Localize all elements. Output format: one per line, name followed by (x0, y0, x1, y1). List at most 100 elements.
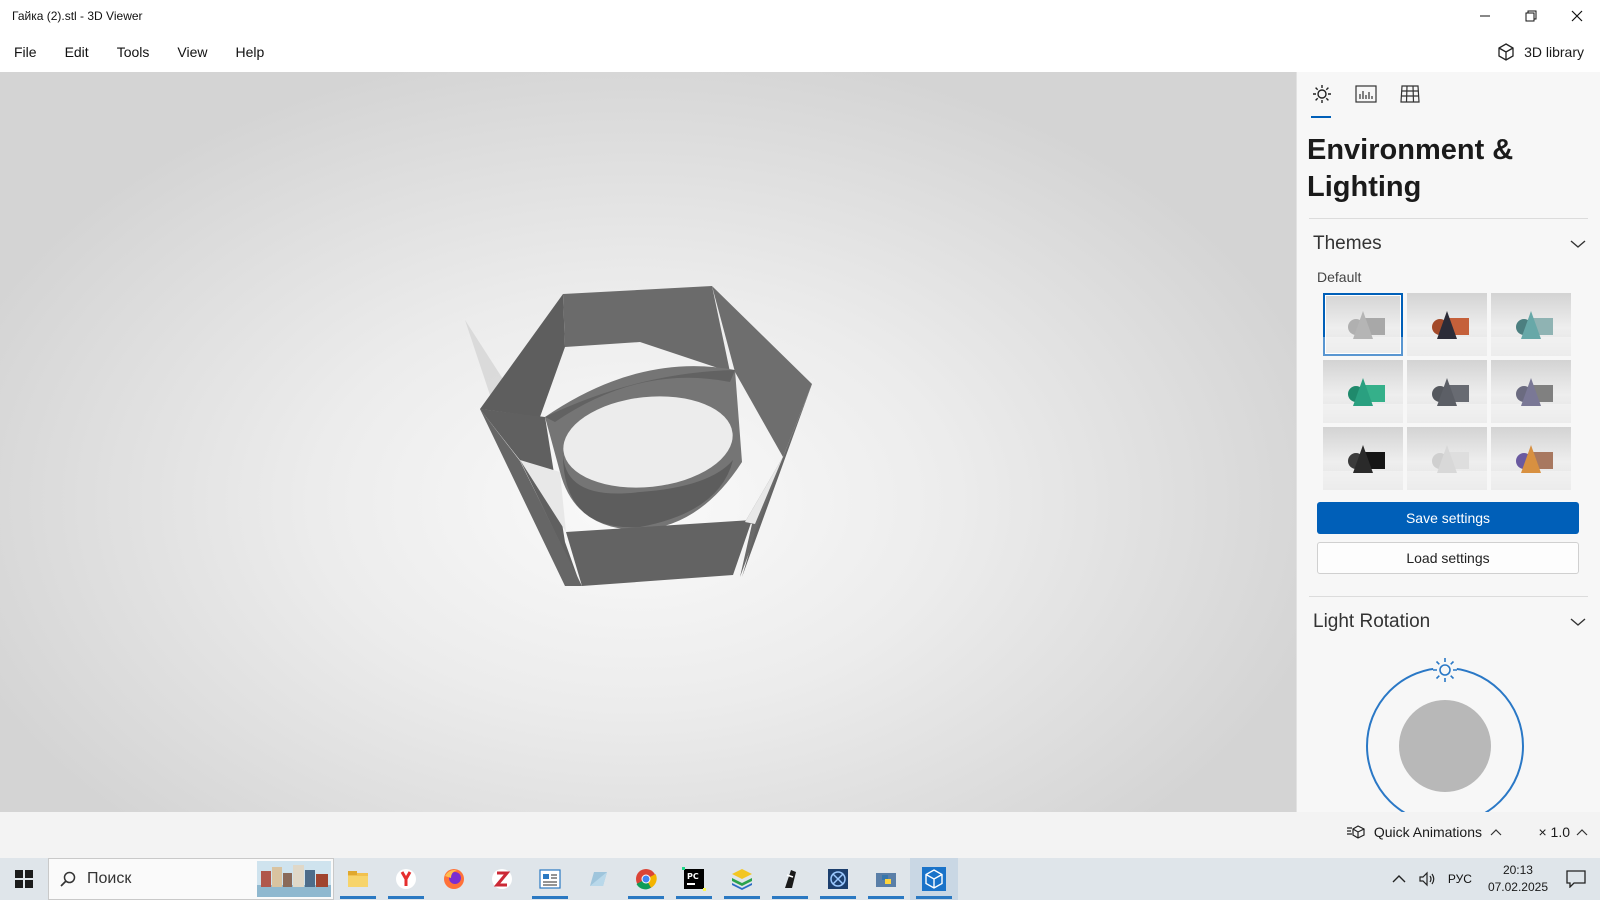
load-settings-button[interactable]: Load settings (1317, 542, 1579, 574)
clock[interactable]: 20:13 07.02.2025 (1478, 862, 1558, 896)
taskbar-app-zotero[interactable] (478, 858, 526, 900)
taskbar-app-chrome[interactable] (622, 858, 670, 900)
pycharm-icon: PC (682, 867, 706, 891)
start-button[interactable] (0, 858, 48, 900)
zoom-level: × 1.0 (1538, 824, 1570, 840)
grid-icon (1400, 85, 1420, 103)
tab-environment[interactable] (1309, 84, 1335, 118)
chevron-down-icon (1570, 240, 1586, 248)
taskbar: Поиск PC РУС 20:13 07.02.2025 (0, 858, 1600, 900)
theme-tile-green[interactable] (1323, 360, 1403, 423)
chevron-down-icon (1570, 618, 1586, 626)
menu-help[interactable]: Help (221, 32, 278, 72)
animation-icon (1346, 825, 1365, 839)
x-app-icon (828, 869, 848, 889)
zotero-icon (492, 869, 512, 889)
clock-time: 20:13 (1502, 863, 1533, 877)
python-icon (876, 873, 896, 887)
status-bar: Quick Animations × 1.0 (0, 812, 1600, 858)
menu-bar: File Edit Tools View Help 3D library (0, 32, 1600, 72)
taskbar-app-file-explorer[interactable] (334, 858, 382, 900)
restore-button[interactable] (1508, 0, 1554, 32)
menu-file[interactable]: File (0, 32, 51, 72)
taskbar-app-python[interactable] (862, 858, 910, 900)
news-app-icon (539, 869, 561, 889)
chevron-up-icon (1490, 829, 1502, 836)
taskbar-app-3d-viewer[interactable] (910, 858, 958, 900)
notes-app-icon (590, 872, 607, 886)
chevron-up-icon (1392, 875, 1406, 883)
light-rotation-header[interactable]: Light Rotation (1309, 599, 1588, 645)
tab-statistics[interactable] (1353, 84, 1379, 118)
zoom-control[interactable]: × 1.0 (1538, 824, 1588, 840)
minimize-icon (1480, 15, 1490, 17)
light-preview-sphere (1399, 700, 1491, 792)
theme-tile-dark[interactable] (1323, 427, 1403, 490)
3d-library-label: 3D library (1524, 44, 1584, 60)
system-tray: РУС 20:13 07.02.2025 (1386, 858, 1600, 900)
theme-tile-sunset[interactable] (1491, 427, 1571, 490)
taskbar-app-layers-app[interactable] (718, 858, 766, 900)
show-hidden-icons-button[interactable] (1386, 874, 1412, 884)
light-rotation-dial[interactable] (1309, 653, 1588, 812)
quick-animations-button[interactable]: Quick Animations (1346, 824, 1502, 840)
window-title: Гайка (2).stl - 3D Viewer (12, 9, 143, 23)
restore-icon (1525, 10, 1537, 22)
windows-logo-icon (15, 870, 33, 888)
menu-tools[interactable]: Tools (103, 32, 164, 72)
tab-mesh[interactable] (1397, 84, 1423, 118)
svg-text:PC: PC (687, 872, 699, 881)
panel-tabs (1297, 72, 1600, 120)
menu-edit[interactable]: Edit (51, 32, 103, 72)
theme-tile-warm[interactable] (1407, 293, 1487, 356)
search-placeholder: Поиск (87, 870, 132, 887)
search-highlight-illustration (257, 861, 331, 897)
light-rotation-section: Light Rotation (1309, 596, 1588, 812)
3d-viewport[interactable] (0, 72, 1296, 812)
section-divider (1309, 218, 1588, 219)
minimize-button[interactable] (1462, 0, 1508, 32)
notification-icon (1566, 870, 1586, 888)
taskbar-search[interactable]: Поиск (48, 858, 334, 900)
terminal-app-icon (785, 870, 796, 888)
language-indicator[interactable]: РУС (1442, 872, 1478, 886)
theme-tile-slate[interactable] (1407, 360, 1487, 423)
chrome-icon (636, 869, 657, 890)
theme-tile-default[interactable] (1323, 293, 1403, 356)
menu-view[interactable]: View (163, 32, 221, 72)
close-button[interactable] (1554, 0, 1600, 32)
save-settings-button[interactable]: Save settings (1317, 502, 1579, 534)
panel-heading: Environment & Lighting (1307, 134, 1514, 203)
taskbar-app-pycharm[interactable]: PC (670, 858, 718, 900)
quick-animations-label: Quick Animations (1373, 824, 1482, 840)
3d-library-button[interactable]: 3D library (1496, 32, 1584, 72)
taskbar-app-news-app[interactable] (526, 858, 574, 900)
volume-button[interactable] (1412, 871, 1442, 887)
search-icon (60, 871, 76, 887)
taskbar-app-firefox[interactable] (430, 858, 478, 900)
taskbar-apps: PC (334, 858, 958, 900)
taskbar-app-notes-app[interactable] (574, 858, 622, 900)
taskbar-app-yandex-browser[interactable] (382, 858, 430, 900)
yandex-browser-icon (396, 869, 416, 889)
3d-viewer-icon (922, 867, 946, 891)
close-icon (1571, 10, 1583, 22)
chevron-up-icon (1576, 829, 1588, 836)
cube-icon (1498, 43, 1514, 61)
theme-group-label: Default (1317, 269, 1362, 285)
theme-tile-teal[interactable] (1491, 293, 1571, 356)
theme-tile-light[interactable] (1407, 427, 1487, 490)
taskbar-app-terminal-app[interactable] (766, 858, 814, 900)
light-sun-handle-icon[interactable] (1433, 658, 1457, 682)
title-bar: Гайка (2).stl - 3D Viewer (0, 0, 1600, 32)
sun-icon (1313, 85, 1331, 103)
hex-nut-model[interactable] (0, 72, 1296, 812)
light-rotation-label: Light Rotation (1313, 611, 1431, 632)
settings-panel: Environment & Lighting Themes Default Sa… (1296, 72, 1600, 812)
stats-icon (1355, 85, 1377, 103)
notifications-button[interactable] (1558, 870, 1600, 888)
layers-app-icon (732, 869, 752, 890)
themes-section-header[interactable]: Themes (1297, 221, 1600, 267)
theme-tile-lavender[interactable] (1491, 360, 1571, 423)
taskbar-app-x-app[interactable] (814, 858, 862, 900)
